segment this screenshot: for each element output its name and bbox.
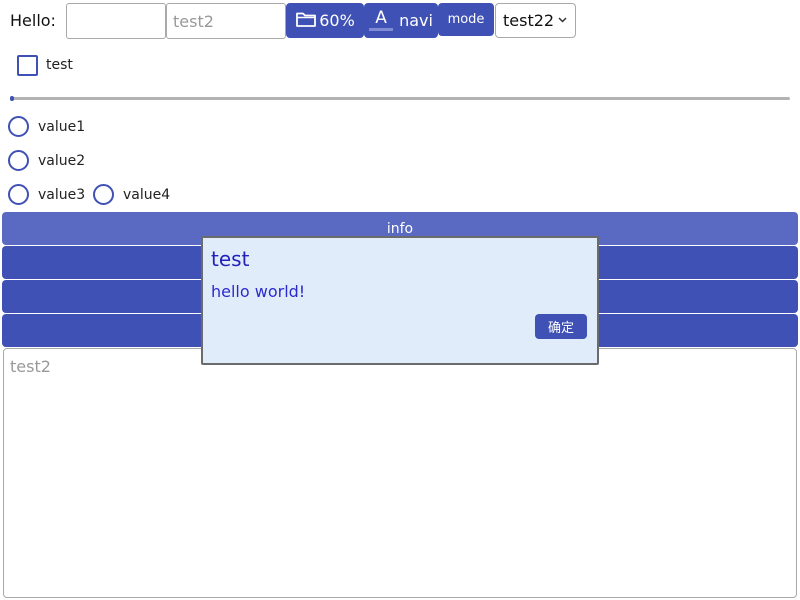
- radio-value2[interactable]: [8, 150, 29, 171]
- info-bar-label: info: [386, 220, 414, 237]
- dialog: test hello world! 确定: [201, 236, 599, 365]
- checkbox[interactable]: [17, 55, 38, 76]
- mode-button[interactable]: mode: [438, 3, 494, 36]
- text-input-2[interactable]: [166, 3, 286, 39]
- radio-label-value1: value1: [38, 119, 86, 135]
- navi-button[interactable]: A navi: [364, 3, 438, 38]
- checkbox-label: test: [46, 57, 73, 73]
- radio-label-value4: value4: [123, 187, 171, 203]
- hello-label: Hello:: [10, 11, 56, 30]
- radio-value4[interactable]: [93, 184, 114, 205]
- radio-value1[interactable]: [8, 116, 29, 137]
- slider-track[interactable]: [10, 97, 790, 100]
- radio-label-value3: value3: [38, 187, 86, 203]
- text-input[interactable]: [66, 3, 166, 39]
- dialog-message: hello world!: [211, 282, 306, 301]
- select-value: test22: [503, 11, 555, 30]
- text-area[interactable]: [3, 348, 797, 598]
- dialog-title: test: [211, 247, 250, 271]
- slider-handle[interactable]: [10, 96, 14, 101]
- folder-icon: [295, 10, 317, 32]
- folder-button[interactable]: 60%: [286, 3, 364, 38]
- dialog-ok-button[interactable]: 确定: [535, 314, 587, 339]
- radio-value3[interactable]: [8, 184, 29, 205]
- folder-button-label: 60%: [319, 11, 355, 30]
- text-format-icon: A: [369, 10, 394, 31]
- radio-label-value2: value2: [38, 153, 86, 169]
- navi-button-label: navi: [399, 11, 433, 30]
- select-dropdown[interactable]: test22: [495, 3, 576, 38]
- chevron-down-icon: [558, 15, 567, 26]
